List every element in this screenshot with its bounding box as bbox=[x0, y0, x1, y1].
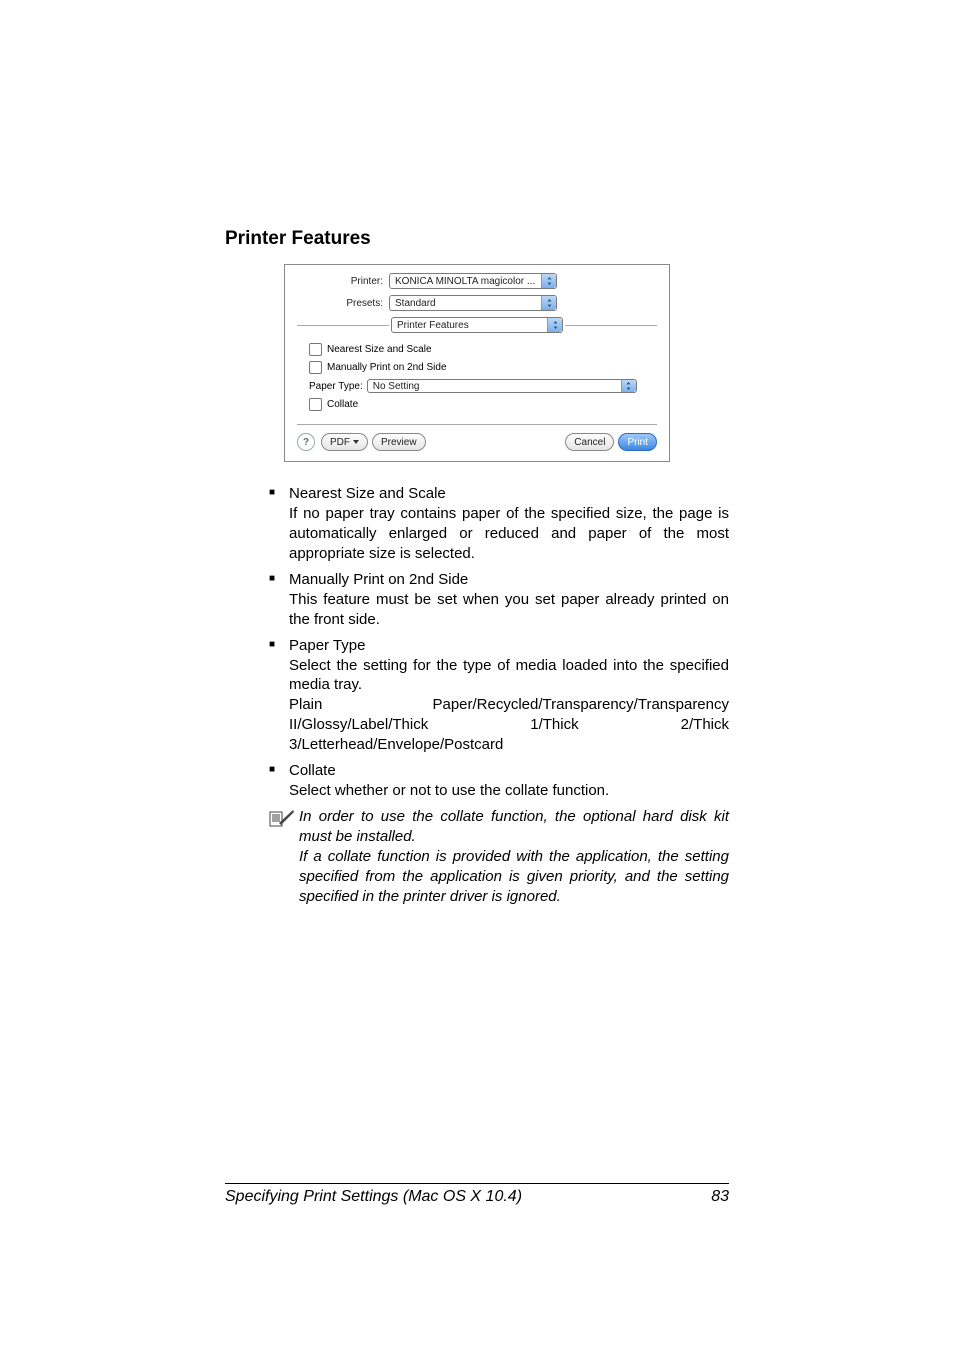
pane-popup[interactable]: Printer Features bbox=[391, 317, 563, 333]
preview-button[interactable]: Preview bbox=[372, 433, 426, 451]
list-item: Manually Print on 2nd Side This feature … bbox=[269, 570, 729, 630]
chevron-down-icon bbox=[353, 440, 359, 444]
footer-title: Specifying Print Settings (Mac OS X 10.4… bbox=[225, 1188, 522, 1206]
printer-value: KONICA MINOLTA magicolor ... bbox=[395, 276, 541, 287]
item-head: Paper Type bbox=[289, 636, 729, 656]
cancel-button[interactable]: Cancel bbox=[565, 433, 614, 451]
manual-label: Manually Print on 2nd Side bbox=[327, 362, 447, 373]
printer-label: Printer: bbox=[297, 276, 389, 287]
print-button[interactable]: Print bbox=[618, 433, 657, 451]
item-body: Plain Paper/Recycled/Transparency/Transp… bbox=[289, 696, 729, 753]
chevron-updown-icon bbox=[547, 318, 562, 332]
nearest-label: Nearest Size and Scale bbox=[327, 344, 432, 355]
collate-label: Collate bbox=[327, 399, 358, 410]
printer-popup[interactable]: KONICA MINOLTA magicolor ... bbox=[389, 273, 557, 289]
list-item: Collate Select whether or not to use the… bbox=[269, 761, 729, 801]
list-item: Paper Type Select the setting for the ty… bbox=[269, 636, 729, 756]
chevron-updown-icon bbox=[621, 380, 636, 392]
paper-type-popup[interactable]: No Setting bbox=[367, 379, 637, 393]
chevron-updown-icon bbox=[541, 274, 556, 288]
note-text: In order to use the collate function, th… bbox=[295, 807, 729, 907]
presets-value: Standard bbox=[395, 298, 541, 309]
list-item: Nearest Size and Scale If no paper tray … bbox=[269, 484, 729, 564]
feature-list: Nearest Size and Scale If no paper tray … bbox=[225, 484, 729, 801]
help-button[interactable]: ? bbox=[297, 433, 315, 451]
item-head: Manually Print on 2nd Side bbox=[289, 570, 729, 590]
section-title: Printer Features bbox=[225, 228, 729, 250]
collate-checkbox[interactable] bbox=[309, 398, 322, 411]
paper-type-value: No Setting bbox=[373, 381, 621, 392]
chevron-updown-icon bbox=[541, 296, 556, 310]
item-body: Select whether or not to use the collate… bbox=[289, 782, 609, 799]
manual-checkbox[interactable] bbox=[309, 361, 322, 374]
item-head: Nearest Size and Scale bbox=[289, 484, 729, 504]
item-body: This feature must be set when you set pa… bbox=[289, 591, 729, 628]
item-head: Collate bbox=[289, 761, 729, 781]
pdf-label: PDF bbox=[330, 437, 350, 448]
pane-value: Printer Features bbox=[397, 320, 547, 331]
item-body: If no paper tray contains paper of the s… bbox=[289, 505, 729, 562]
presets-label: Presets: bbox=[297, 298, 389, 309]
presets-popup[interactable]: Standard bbox=[389, 295, 557, 311]
page-number: 83 bbox=[711, 1188, 729, 1206]
pdf-button[interactable]: PDF bbox=[321, 433, 368, 451]
print-dialog: Printer: KONICA MINOLTA magicolor ... Pr… bbox=[284, 264, 670, 462]
paper-type-label: Paper Type: bbox=[309, 381, 363, 392]
note-p2: If a collate function is provided with t… bbox=[299, 848, 729, 905]
note-icon bbox=[269, 809, 295, 832]
nearest-checkbox[interactable] bbox=[309, 343, 322, 356]
item-body: Select the setting for the type of media… bbox=[289, 657, 729, 694]
note-p1: In order to use the collate function, th… bbox=[299, 808, 729, 845]
